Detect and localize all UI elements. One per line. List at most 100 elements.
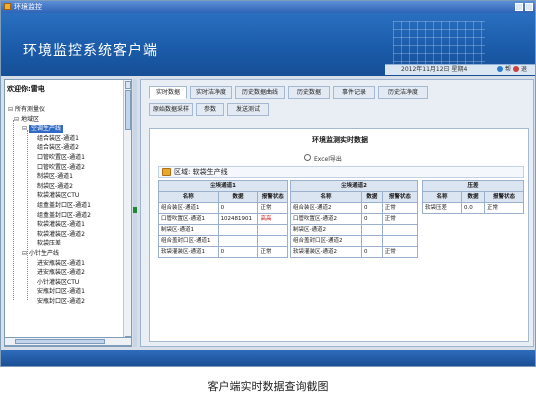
tab-3[interactable]: 历史数据 bbox=[288, 86, 330, 99]
tree-item[interactable]: 制袋区-通道1 bbox=[37, 173, 73, 181]
cell-alarm-status: 正常 bbox=[381, 202, 419, 214]
column-header: 名称 bbox=[422, 191, 462, 203]
app-icon bbox=[4, 3, 11, 10]
table-row[interactable]: 软袋压差 0.0 正常 bbox=[422, 202, 524, 214]
cell-value bbox=[360, 224, 383, 236]
tab-2[interactable]: 历史数据曲线 bbox=[235, 86, 285, 99]
tab-1[interactable]: 实时洁净度 bbox=[190, 86, 232, 99]
splitter-handle[interactable] bbox=[133, 207, 137, 213]
header-banner: 环境监控系统客户端 2012年11月12日 星期4 帮 退 bbox=[1, 13, 535, 76]
table-row[interactable]: 口管吹置区-通道2 0 正常 bbox=[290, 213, 419, 225]
tab-0[interactable]: 实时数据 bbox=[149, 86, 187, 99]
group-header: 尘埃通道2 bbox=[290, 180, 418, 192]
minimize-button[interactable] bbox=[515, 3, 523, 11]
table-row[interactable]: 组合盖封口区-通道2 bbox=[290, 235, 419, 247]
cell-name: 制袋区-通道2 bbox=[290, 224, 362, 236]
cell-name: 软袋灌装区-通道1 bbox=[158, 246, 219, 258]
cell-value bbox=[360, 235, 383, 247]
table-row[interactable]: 制袋区-通道1 bbox=[158, 224, 288, 236]
tree-guide-line bbox=[13, 120, 14, 300]
table-row[interactable]: 软袋灌装区-通道2 0 正常 bbox=[290, 246, 419, 258]
tree-item[interactable]: 软袋灌装区-通道1 bbox=[37, 221, 85, 229]
cell-value: 0 bbox=[360, 246, 383, 258]
exit-label[interactable]: 退 bbox=[521, 65, 527, 74]
help-icon[interactable] bbox=[497, 66, 503, 72]
tree-item[interactable]: 组盒盖封口区-通道1 bbox=[37, 202, 91, 210]
excel-export-link[interactable]: Excel导出 bbox=[304, 154, 342, 163]
collapse-icon[interactable]: ⊟ bbox=[14, 116, 19, 124]
hscroll-thumb[interactable] bbox=[15, 339, 105, 344]
table-row[interactable]: 组合装区-通道2 0 正常 bbox=[290, 202, 419, 214]
cell-alarm-status: 正常 bbox=[257, 202, 288, 214]
table-row[interactable]: 制袋区-通道2 bbox=[290, 224, 419, 236]
main-panel: 实时数据 实时洁净度 历史数据曲线 历史数据 事件记录 历史洁净度原始数据采样 参数 发送测试… bbox=[140, 79, 534, 347]
cell-value: 0 bbox=[217, 246, 259, 258]
tree-vscrollbar[interactable] bbox=[123, 80, 131, 346]
exit-icon[interactable] bbox=[513, 66, 519, 72]
scroll-thumb[interactable] bbox=[125, 90, 131, 130]
cell-value bbox=[217, 224, 259, 236]
tree-item[interactable]: 制袋区-通道2 bbox=[37, 183, 73, 191]
tree-item[interactable]: 小针灌装区CTU bbox=[37, 279, 79, 287]
cell-alarm-status: 正常 bbox=[257, 246, 288, 258]
cell-name: 组合装区-通道1 bbox=[158, 202, 219, 214]
tree-item[interactable]: 软袋灌装区CTU bbox=[37, 192, 79, 200]
pane-splitter[interactable] bbox=[133, 79, 137, 347]
tree-item[interactable]: ⊟ 地域区 bbox=[14, 116, 39, 124]
cell-alarm-status bbox=[257, 235, 288, 247]
tree-item[interactable]: 组合装区-通道1 bbox=[37, 135, 79, 143]
column-header: 报警状态 bbox=[484, 191, 524, 203]
tree-item[interactable]: 进安瓶装区-通道2 bbox=[37, 269, 85, 277]
tab-6[interactable]: 原始数据采样 bbox=[149, 103, 193, 116]
collapse-icon[interactable]: ⊟ bbox=[8, 106, 13, 114]
realtime-content: 环境监测实时数据 Excel导出 区域: 软袋生产线 尘埃通道1 名称 数据 报警状态… bbox=[149, 128, 529, 342]
tab-5[interactable]: 历史洁净度 bbox=[378, 86, 428, 99]
scroll-up-arrow[interactable] bbox=[125, 81, 131, 89]
tree-item[interactable]: 进安瓶装区-通道1 bbox=[37, 260, 85, 268]
group-header: 尘埃通道1 bbox=[158, 180, 288, 192]
tab-7[interactable]: 参数 bbox=[196, 103, 224, 116]
help-label[interactable]: 帮 bbox=[505, 65, 511, 74]
cell-alarm-status: 正常 bbox=[381, 213, 419, 225]
table-row[interactable]: 组合装区-通道1 0 正常 bbox=[158, 202, 288, 214]
date-display: 2012年11月12日 星期4 bbox=[401, 66, 468, 73]
tab-8[interactable]: 发送测试 bbox=[227, 103, 269, 116]
tree-item[interactable]: ⊟ 小针生产线 bbox=[22, 250, 59, 258]
region-label: 区域: 软袋生产线 bbox=[174, 168, 228, 176]
tree-item[interactable]: 安瓶封口区-通道2 bbox=[37, 298, 85, 306]
excel-export-label[interactable]: Excel导出 bbox=[314, 156, 342, 163]
app-window: 环境监控 环境监控系统客户端 2012年11月12日 星期4 帮 退 欢迎你:雷… bbox=[0, 0, 536, 367]
maximize-button[interactable] bbox=[525, 3, 533, 11]
column-header: 数据 bbox=[460, 191, 486, 203]
tree-item[interactable]: ⊟ 空调生产线 bbox=[22, 125, 64, 134]
table-row[interactable]: 组合盖封口区-通道1 bbox=[158, 235, 288, 247]
table-row[interactable]: 口管吹置区-通道1 102481901 高高 bbox=[158, 213, 288, 225]
column-header: 报警状态 bbox=[257, 191, 288, 203]
tree-item[interactable]: 软袋灌装区-通道2 bbox=[37, 231, 85, 239]
cell-name: 口管吹置区-通道1 bbox=[158, 213, 219, 225]
region-header: 区域: 软袋生产线 bbox=[158, 166, 524, 178]
tree-item[interactable]: ⊟ 所有测量仪 bbox=[8, 106, 45, 114]
tree-item[interactable]: 口管吹置区-通道1 bbox=[37, 154, 85, 162]
cell-alarm-status bbox=[381, 235, 419, 247]
tree-item[interactable]: 安瓶封口区-通道1 bbox=[37, 288, 85, 296]
folder-icon bbox=[162, 168, 171, 176]
cell-value: 102481901 bbox=[217, 213, 259, 225]
column-header: 名称 bbox=[290, 191, 362, 203]
pressure-table: 压差 名称 数据 报警状态 软袋压差 0.0 正常 bbox=[422, 180, 524, 214]
cell-alarm-status bbox=[257, 224, 288, 236]
tree-hscrollbar[interactable] bbox=[4, 337, 132, 346]
cell-value: 0 bbox=[217, 202, 259, 214]
tab-bar: 实时数据 实时洁净度 历史数据曲线 历史数据 事件记录 历史洁净度原始数据采样 参数 发送测试 bbox=[149, 86, 529, 122]
bottom-bar bbox=[1, 350, 535, 366]
tree-item[interactable]: 口管吹置区-通道2 bbox=[37, 164, 85, 172]
tab-4[interactable]: 事件记录 bbox=[333, 86, 375, 99]
cell-value bbox=[217, 235, 259, 247]
table-row[interactable]: 软袋灌装区-通道1 0 正常 bbox=[158, 246, 288, 258]
cell-alarm-status: 正常 bbox=[381, 246, 419, 258]
column-header: 数据 bbox=[217, 191, 259, 203]
tree-item[interactable]: 软袋压差 bbox=[37, 240, 61, 248]
cell-name: 制袋区-通道1 bbox=[158, 224, 219, 236]
tree-item[interactable]: 组盒盖封口区-通道2 bbox=[37, 212, 91, 220]
tree-item[interactable]: 组合装区-通道2 bbox=[37, 144, 79, 152]
